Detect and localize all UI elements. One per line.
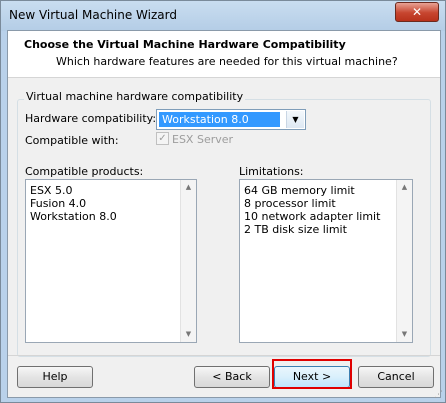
dropdown-selected-value: Workstation 8.0	[159, 112, 280, 127]
next-button-highlight	[272, 359, 352, 389]
list-item[interactable]: 2 TB disk size limit	[244, 223, 347, 236]
title-bar[interactable]: New Virtual Machine Wizard ✕	[1, 1, 445, 31]
cancel-button[interactable]: Cancel	[358, 366, 434, 388]
limitations-label: Limitations:	[239, 165, 304, 178]
scroll-down-icon[interactable]: ▼	[397, 327, 412, 342]
page-title: Choose the Virtual Machine Hardware Comp…	[24, 38, 346, 51]
list-item[interactable]: ESX 5.0	[30, 184, 72, 197]
wizard-client-area: Choose the Virtual Machine Hardware Comp…	[7, 30, 441, 398]
button-separator	[8, 355, 440, 356]
hardware-compatibility-dropdown[interactable]: Workstation 8.0 ▼	[156, 109, 306, 130]
scroll-up-icon[interactable]: ▲	[181, 180, 196, 195]
compatible-products-list[interactable]: ESX 5.0 Fusion 4.0 Workstation 8.0 ▲ ▼	[25, 179, 197, 343]
limitations-scrollbar[interactable]: ▲ ▼	[396, 180, 412, 342]
page-subtitle: Which hardware features are needed for t…	[56, 55, 398, 68]
resize-grip-icon[interactable]: ⋰	[434, 390, 443, 400]
compatible-products-label: Compatible products:	[25, 165, 144, 178]
scroll-up-icon[interactable]: ▲	[397, 180, 412, 195]
wizard-header: Choose the Virtual Machine Hardware Comp…	[8, 31, 440, 78]
list-item[interactable]: 64 GB memory limit	[244, 184, 355, 197]
close-button[interactable]: ✕	[395, 2, 439, 22]
groupbox-legend: Virtual machine hardware compatibility	[24, 90, 246, 103]
limitations-list[interactable]: 64 GB memory limit 8 processor limit 10 …	[239, 179, 413, 343]
esx-server-label: ESX Server	[172, 133, 234, 146]
list-item[interactable]: Workstation 8.0	[30, 210, 117, 223]
products-scrollbar[interactable]: ▲ ▼	[180, 180, 196, 342]
checkmark-icon: ✓	[158, 133, 167, 144]
close-icon: ✕	[411, 5, 423, 19]
back-button[interactable]: < Back	[194, 366, 270, 388]
window-title: New Virtual Machine Wizard	[9, 8, 177, 22]
esx-server-checkbox[interactable]: ✓	[156, 132, 169, 145]
list-item[interactable]: 8 processor limit	[244, 197, 336, 210]
help-button[interactable]: Help	[17, 366, 93, 388]
scroll-down-icon[interactable]: ▼	[181, 327, 196, 342]
compatible-with-label: Compatible with:	[25, 134, 119, 147]
list-item[interactable]: Fusion 4.0	[30, 197, 86, 210]
chevron-down-icon[interactable]: ▼	[286, 111, 304, 128]
wizard-window: New Virtual Machine Wizard ✕ Choose the …	[0, 0, 446, 403]
list-item[interactable]: 10 network adapter limit	[244, 210, 380, 223]
hardware-compatibility-label: Hardware compatibility:	[25, 112, 157, 125]
